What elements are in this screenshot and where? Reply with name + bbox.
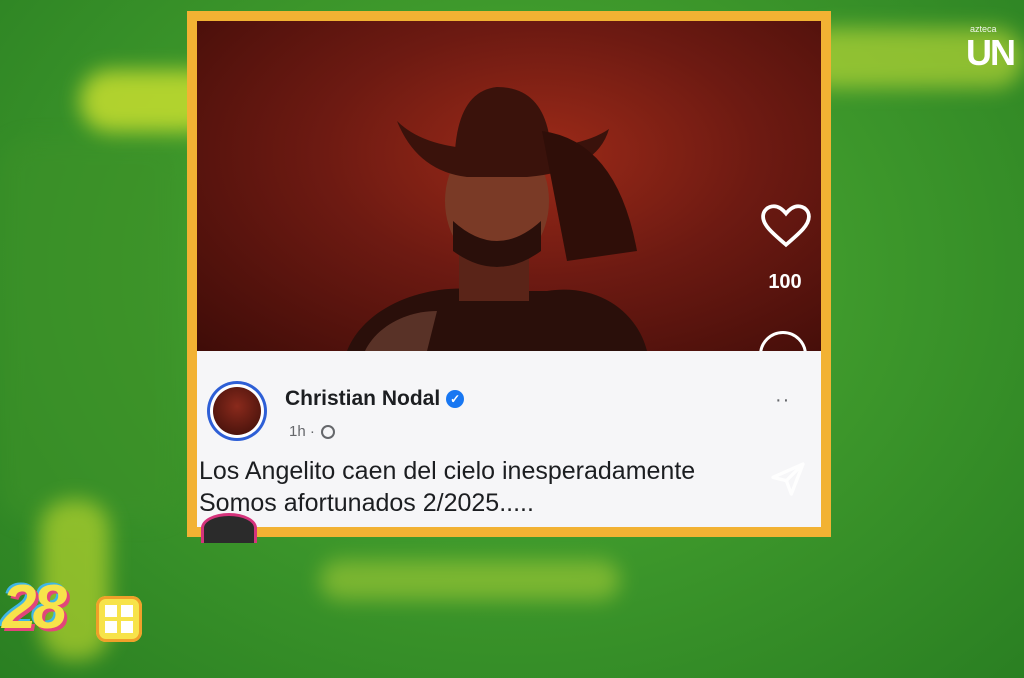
post-text: Los Angelito caen del cielo inesperadame…	[199, 455, 695, 519]
share-icon[interactable]	[767, 459, 809, 499]
like-count: 100	[768, 271, 802, 293]
post-photo: 100	[197, 21, 821, 351]
author-name-text: Christian Nodal	[285, 387, 441, 410]
post-card: Christian Nodal ✓ 1h · ·· Los Angelito ca…	[197, 351, 821, 543]
avatar[interactable]	[207, 381, 267, 441]
post-time: 1h ·	[289, 423, 315, 440]
portrait-image	[347, 87, 647, 351]
channel-logo-text: UN	[966, 32, 1016, 73]
grid-icon	[96, 596, 142, 642]
bg-band	[320, 560, 620, 600]
globe-icon	[321, 425, 336, 439]
show-logo: 28	[0, 572, 150, 656]
post-text-line2: Somos afortunados 2/2025.....	[199, 489, 534, 517]
more-options-icon[interactable]: ··	[775, 389, 790, 412]
post-frame: 100 Christian Nodal ✓ 1h · ·· Los Angelit…	[187, 11, 831, 543]
channel-logo: azteca UN	[964, 24, 1024, 76]
post-text-line1: Los Angelito caen del cielo inesperadame…	[199, 457, 696, 485]
post-meta: 1h ·	[289, 423, 336, 440]
show-logo-number: 28	[2, 573, 67, 642]
bg-shade	[0, 140, 180, 520]
verified-badge-icon: ✓	[446, 390, 465, 408]
next-post-avatar	[201, 513, 257, 543]
heart-icon[interactable]	[761, 203, 811, 249]
author-name[interactable]: Christian Nodal ✓	[285, 387, 465, 411]
